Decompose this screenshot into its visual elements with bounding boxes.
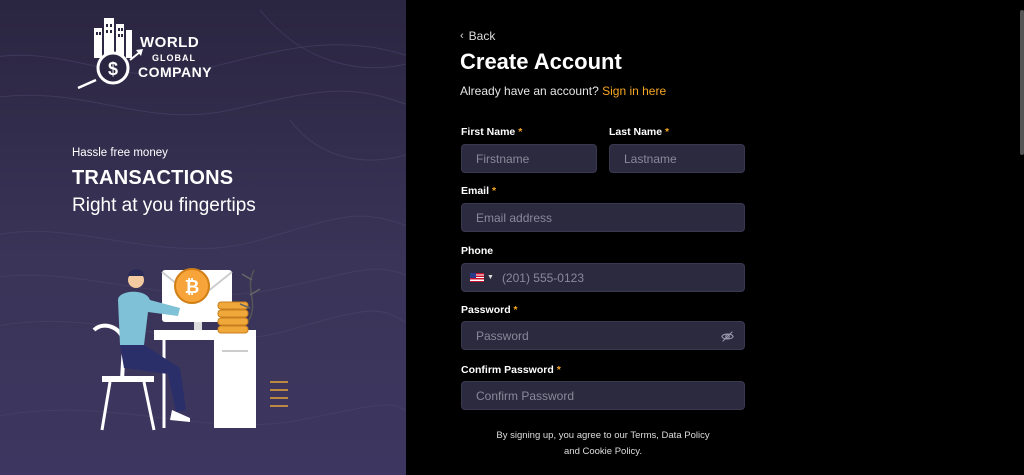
required-mark: * — [491, 185, 497, 197]
required-mark: * — [556, 364, 561, 376]
confirm-password-label-text: Confirm Password — [461, 364, 554, 376]
tagline-heading: TRANSACTIONS — [72, 167, 234, 189]
country-code-dropdown[interactable]: ▼ — [470, 273, 494, 282]
tagline-subheading: Right at you fingertips — [72, 195, 256, 216]
scrollbar[interactable] — [1020, 10, 1024, 155]
signin-link[interactable]: Sign in here — [602, 84, 666, 98]
back-label: Back — [468, 29, 496, 43]
person-at-desk-illustration: ₿ — [92, 268, 288, 431]
password-label: Password * — [461, 304, 518, 316]
email-input[interactable] — [476, 210, 744, 225]
svg-text:₿: ₿ — [185, 277, 200, 297]
signin-prompt-text: Already have an account? — [460, 84, 599, 98]
confirm-password-input[interactable] — [476, 388, 744, 403]
tagline-small: Hassle free money — [72, 147, 168, 159]
chevron-left-icon: ‹ — [460, 30, 464, 42]
phone-label: Phone — [461, 245, 493, 257]
terms-notice: By signing up, you agree to our Terms, D… — [460, 428, 746, 460]
back-link[interactable]: ‹ Back — [460, 29, 495, 43]
first-name-label: First Name * — [461, 126, 522, 138]
email-label: Email * — [461, 185, 496, 197]
confirm-password-label: Confirm Password * — [461, 364, 561, 376]
brand-line-2: GLOBAL — [152, 52, 196, 63]
required-mark: * — [665, 126, 670, 138]
brand-line-3: COMPANY — [138, 64, 213, 80]
us-flag-icon — [470, 273, 484, 282]
email-label-text: Email — [461, 185, 490, 197]
required-mark: * — [513, 304, 518, 316]
signin-prompt: Already have an account? Sign in here — [460, 84, 666, 98]
last-name-input[interactable] — [624, 151, 744, 166]
hero-panel: $ WORLD GLOBAL COMPANY Hassle free money… — [0, 0, 406, 475]
page-title: Create Account — [460, 49, 622, 74]
terms-line-2: and Cookie Policy. — [564, 446, 642, 458]
password-field[interactable] — [461, 321, 745, 350]
terms-line-1: By signing up, you agree to our Terms, D… — [496, 430, 710, 441]
required-mark: * — [518, 126, 523, 138]
first-name-field[interactable] — [461, 144, 597, 173]
phone-label-text: Phone — [461, 245, 494, 257]
last-name-field[interactable] — [609, 144, 745, 173]
first-name-label-text: First Name — [461, 126, 516, 138]
company-name: WORLD GLOBAL COMPANY — [138, 34, 213, 82]
last-name-label-text: Last Name — [609, 126, 663, 138]
last-name-label: Last Name * — [609, 126, 669, 138]
first-name-input[interactable] — [476, 151, 596, 166]
password-input[interactable] — [476, 328, 744, 343]
svg-text:$: $ — [108, 59, 118, 79]
phone-field[interactable]: ▼ — [461, 263, 745, 292]
brand-line-1: WORLD — [140, 34, 200, 51]
phone-input[interactable] — [501, 270, 744, 285]
confirm-password-field[interactable] — [461, 381, 745, 410]
eye-slash-icon[interactable] — [721, 330, 734, 343]
email-field[interactable] — [461, 203, 745, 232]
password-label-text: Password — [461, 304, 511, 316]
caret-down-icon: ▼ — [487, 274, 494, 281]
